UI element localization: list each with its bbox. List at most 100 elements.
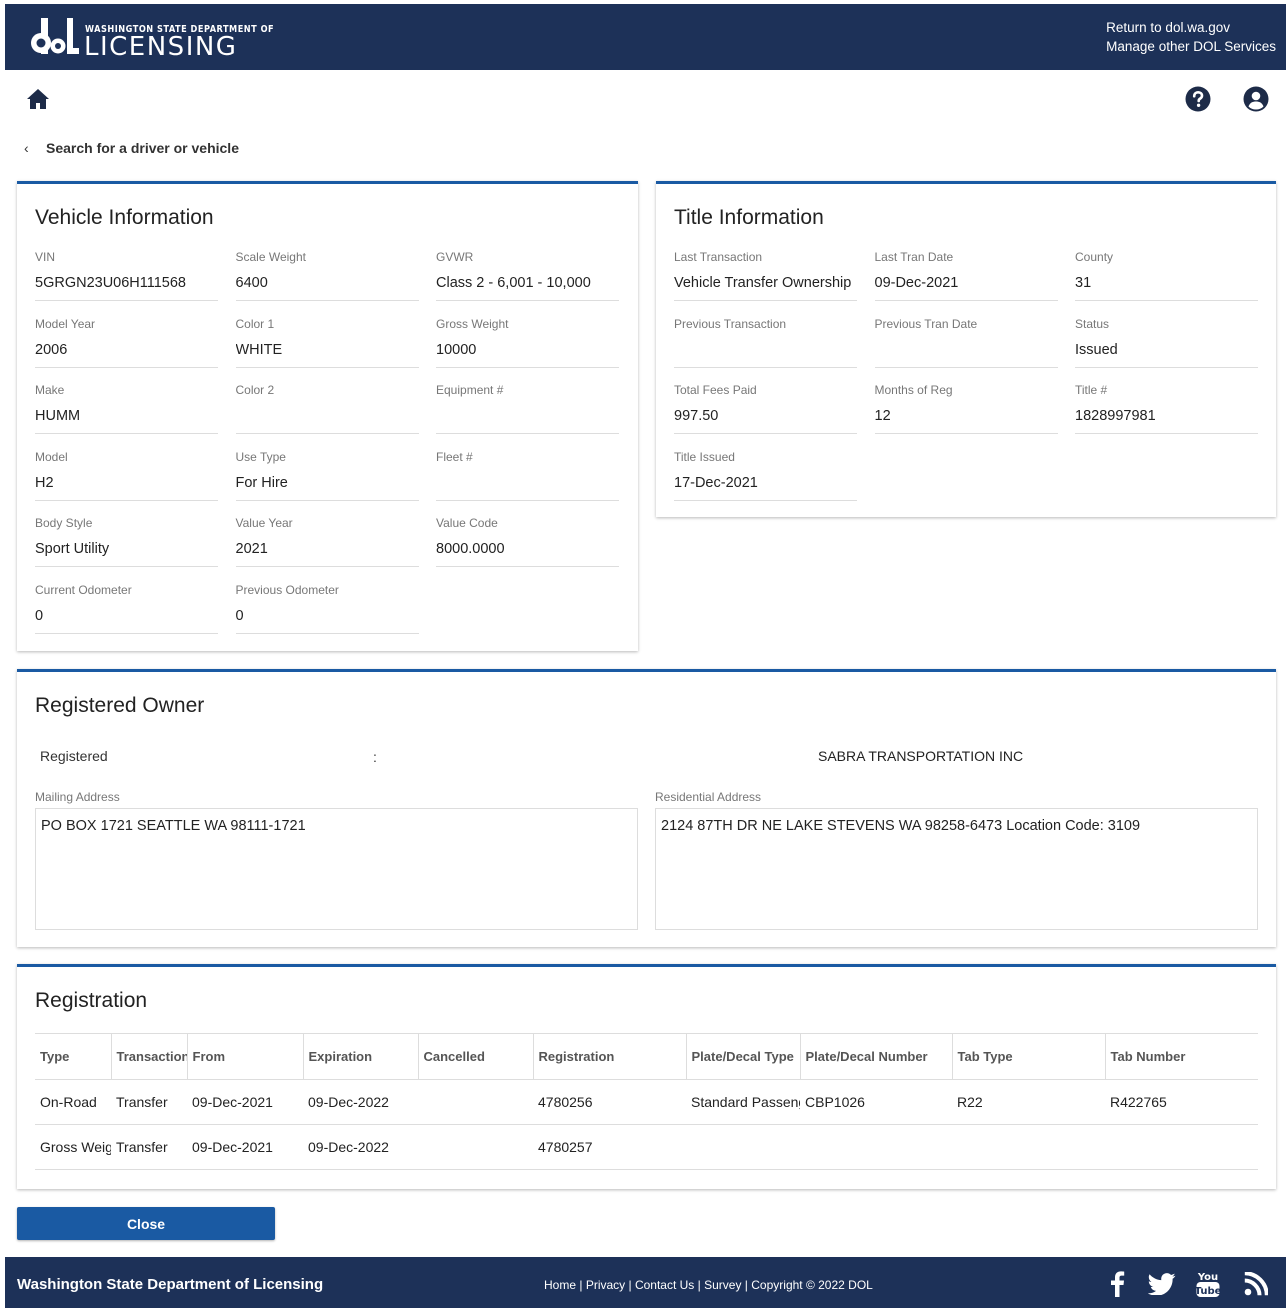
top-links: Return to dol.wa.gov Manage other DOL Se… bbox=[1106, 18, 1276, 56]
column-header-tab-type[interactable]: Tab Type bbox=[951, 1033, 1105, 1080]
back-to-search-link[interactable]: ‹ Search for a driver or vehicle bbox=[24, 140, 239, 156]
field-underline bbox=[436, 566, 619, 567]
manage-dol-services-link[interactable]: Manage other DOL Services bbox=[1106, 37, 1276, 56]
field-underline bbox=[874, 366, 1058, 368]
field-label: Make bbox=[35, 383, 65, 397]
dol-logo[interactable]: WASHINGTON STATE DEPARTMENT OF LICENSING bbox=[31, 14, 274, 62]
field-underline bbox=[436, 300, 619, 301]
field-body-style: Body Style Sport Utility bbox=[35, 516, 218, 584]
field-label: Title Issued bbox=[674, 449, 735, 464]
field-underline bbox=[436, 499, 619, 501]
column-header-expiration[interactable]: Expiration bbox=[302, 1033, 418, 1080]
field-label: Color 1 bbox=[235, 316, 275, 331]
registration-table: Type Transaction From Expiration Cancell… bbox=[35, 1033, 1258, 1170]
field-underline bbox=[35, 433, 218, 434]
field-value: 0 bbox=[235, 607, 244, 624]
top-banner: WASHINGTON STATE DEPARTMENT OF LICENSING… bbox=[5, 4, 1286, 70]
field-value: 5GRGN23U06H111568 bbox=[35, 275, 186, 291]
field-label: Fleet # bbox=[436, 449, 473, 464]
column-header-type[interactable]: Type bbox=[35, 1033, 111, 1080]
field-previous-tran-date: Previous Tran Date bbox=[874, 317, 1058, 385]
column-header-registration[interactable]: Registration bbox=[532, 1033, 686, 1080]
table-cell bbox=[800, 1124, 952, 1170]
field-value: 8000.0000 bbox=[436, 541, 505, 557]
registration-card: Registration Type Transaction From Expir… bbox=[17, 964, 1276, 1189]
field-underline bbox=[1075, 366, 1258, 368]
table-cell: Transfer bbox=[111, 1124, 187, 1170]
rss-icon[interactable] bbox=[1244, 1272, 1268, 1296]
registration-header-row: Type Transaction From Expiration Cancell… bbox=[35, 1033, 1258, 1080]
column-header-plate-decal-type[interactable]: Plate/Decal Type bbox=[685, 1033, 800, 1080]
field-underline bbox=[1075, 300, 1258, 301]
field-label: Value Code bbox=[436, 516, 498, 530]
facebook-icon[interactable] bbox=[1109, 1270, 1125, 1297]
field-underline bbox=[674, 366, 857, 368]
table-cell: 09-Dec-2022 bbox=[303, 1124, 418, 1170]
field-value: H2 bbox=[35, 474, 54, 491]
field-underline bbox=[235, 632, 419, 634]
table-row: Gross Weight Transfer 09-Dec-2021 09-Dec… bbox=[35, 1124, 1258, 1170]
table-cell: Gross Weight bbox=[35, 1124, 111, 1170]
close-button[interactable]: Close bbox=[17, 1207, 275, 1240]
column-header-plate-decal-number[interactable]: Plate/Decal Number bbox=[799, 1033, 952, 1080]
table-cell bbox=[686, 1124, 800, 1170]
vehicle-information-card: Vehicle Information VIN 5GRGN23U06H111568… bbox=[17, 181, 638, 651]
table-cell: 09-Dec-2022 bbox=[303, 1079, 418, 1125]
field-underline bbox=[235, 366, 419, 368]
home-icon[interactable] bbox=[26, 88, 50, 110]
field-label: Use Type bbox=[235, 449, 286, 464]
field-underline bbox=[35, 300, 218, 301]
dol-logo-mark-icon bbox=[31, 18, 79, 54]
field-label: GVWR bbox=[436, 250, 474, 264]
field-underline bbox=[35, 566, 218, 567]
field-value-code: Value Code 8000.0000 bbox=[436, 516, 619, 584]
column-header-cancelled[interactable]: Cancelled bbox=[417, 1033, 533, 1080]
twitter-icon[interactable] bbox=[1148, 1273, 1176, 1295]
footer-survey-link[interactable]: Survey bbox=[704, 1278, 741, 1292]
registration-title: Registration bbox=[35, 989, 148, 1012]
field-label: Equipment # bbox=[436, 383, 504, 397]
column-header-tab-number[interactable]: Tab Number bbox=[1104, 1033, 1258, 1080]
field-months-of-reg: Months of Reg 12 bbox=[874, 383, 1058, 451]
registered-owner-name: SABRA TRANSPORTATION INC bbox=[818, 748, 1024, 764]
help-icon[interactable] bbox=[1185, 86, 1211, 112]
field-label: Model bbox=[35, 449, 68, 464]
field-title: Title # 1828997981 bbox=[1075, 383, 1258, 451]
field-underline bbox=[235, 499, 419, 501]
field-value: 09-Dec-2021 bbox=[874, 275, 959, 291]
field-title-issued: Title Issued 17-Dec-2021 bbox=[674, 450, 857, 518]
column-header-from[interactable]: From bbox=[186, 1033, 303, 1080]
field-use-type: Use Type For Hire bbox=[235, 449, 419, 518]
youtube-icon[interactable]: You Tube bbox=[1195, 1269, 1221, 1298]
field-label: Color 2 bbox=[235, 383, 275, 397]
footer-agency-name: Washington State Department of Licensing bbox=[17, 1276, 324, 1293]
footer-home-link[interactable]: Home bbox=[544, 1278, 576, 1292]
field-gvwr: GVWR Class 2 - 6,001 - 10,000 bbox=[436, 250, 619, 318]
field-current-odometer: Current Odometer 0 bbox=[35, 583, 218, 651]
footer-copyright: Copyright © 2022 DOL bbox=[751, 1278, 873, 1292]
field-label: Last Transaction bbox=[674, 250, 763, 264]
field-total-fees-paid: Total Fees Paid 997.50 bbox=[674, 383, 857, 451]
return-to-dol-link[interactable]: Return to dol.wa.gov bbox=[1106, 18, 1276, 37]
field-value: Sport Utility bbox=[35, 541, 110, 557]
svg-text:Tube: Tube bbox=[1195, 1286, 1221, 1297]
field-equipment: Equipment # bbox=[436, 383, 619, 451]
field-underline bbox=[874, 300, 1058, 301]
field-underline bbox=[436, 366, 619, 368]
table-row: On-Road Transfer 09-Dec-2021 09-Dec-2022… bbox=[35, 1079, 1258, 1125]
field-value: 0 bbox=[35, 607, 44, 624]
field-previous-transaction: Previous Transaction bbox=[674, 317, 857, 385]
table-cell: 4780256 bbox=[533, 1079, 686, 1125]
column-header-transaction[interactable]: Transaction bbox=[110, 1033, 187, 1080]
field-last-transaction: Last Transaction Vehicle Transfer Ownersh… bbox=[674, 250, 857, 318]
footer-privacy-link[interactable]: Privacy bbox=[586, 1278, 625, 1292]
footer-contact-link[interactable]: Contact Us bbox=[635, 1278, 694, 1292]
field-scale-weight: Scale Weight 6400 bbox=[235, 250, 419, 318]
field-value: 1828997981 bbox=[1075, 408, 1156, 424]
field-status: Status Issued bbox=[1075, 317, 1258, 385]
field-label: VIN bbox=[35, 250, 56, 264]
field-underline bbox=[235, 433, 419, 434]
field-value: 2021 bbox=[235, 541, 268, 557]
account-icon[interactable] bbox=[1243, 86, 1269, 112]
table-cell: Transfer bbox=[111, 1079, 187, 1125]
